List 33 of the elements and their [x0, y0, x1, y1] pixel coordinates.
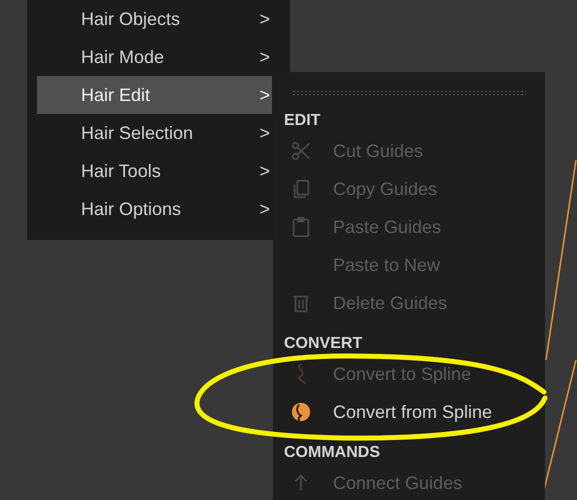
menu-item-label: Hair Edit [81, 84, 152, 106]
submenu-item[interactable]: Convert from Spline [284, 393, 534, 431]
menu-item[interactable]: Hair Tools > [37, 152, 272, 190]
section-header: COMMANDS [284, 443, 381, 463]
submenu-item-label: Paste to New [333, 254, 440, 276]
menu-item-label: Hair Mode [81, 46, 166, 68]
menu-item-label: Hair Objects [81, 8, 182, 31]
menu-item[interactable]: Hair Edit > [37, 76, 272, 114]
chevron-icon: > [259, 158, 270, 184]
chevron-icon: > [259, 6, 270, 32]
menu-item[interactable]: Hair Objects > [37, 0, 272, 38]
submenu-item-label: Convert from Spline [333, 400, 492, 424]
submenu-item-label: Delete Guides [333, 292, 448, 314]
submenu-item-label: Paste Guides [333, 216, 442, 238]
menu-item[interactable]: Hair Options > [37, 190, 272, 228]
submenu-item-label: Copy Guides [333, 178, 438, 201]
menu-item[interactable]: Hair Selection > [37, 114, 272, 152]
menu-item-label: Hair Options [81, 198, 182, 221]
section-header: CONVERT [284, 334, 364, 354]
menu-item-label: Hair Tools [81, 160, 162, 182]
submenu-item-label: Cut Guides [333, 140, 424, 162]
hair-icon [290, 401, 312, 423]
submenu-item-label: Connect Guides [333, 472, 462, 494]
chevron-icon: > [259, 196, 270, 222]
submenu-item-label: Convert to Spline [333, 362, 472, 386]
chevron-icon: > [259, 44, 270, 70]
chevron-icon: > [259, 120, 270, 146]
scissors-icon [290, 140, 312, 162]
section-header: EDIT [284, 111, 322, 131]
clipboard-icon [290, 216, 312, 238]
menu-item[interactable]: Hair Mode > [37, 38, 272, 76]
chevron-icon: > [259, 82, 270, 108]
menu-item-label: Hair Selection [81, 122, 194, 144]
